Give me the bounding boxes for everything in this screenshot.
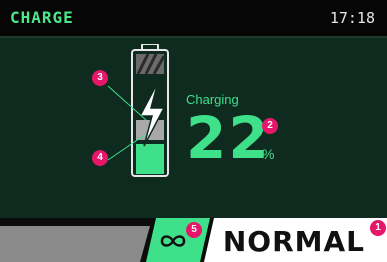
- annotation-badge-4: 4: [92, 150, 108, 166]
- annotation-badge-2: 2: [262, 118, 278, 134]
- drive-mode-label[interactable]: NORMAL: [223, 225, 365, 258]
- infinity-link-icon[interactable]: [158, 230, 188, 252]
- annotation-badge-1: 1: [370, 220, 386, 236]
- percent-unit: %: [262, 146, 275, 162]
- battery-percent: 22: [186, 104, 271, 172]
- bottom-bar: 5 NORMAL 1: [0, 218, 387, 262]
- annotation-badge-3: 3: [92, 70, 108, 86]
- annotation-badge-5: 5: [186, 222, 202, 238]
- charge-screen: CHARGE 17:18 Charging 22 % 3 2 4 5 NORMA…: [0, 0, 387, 262]
